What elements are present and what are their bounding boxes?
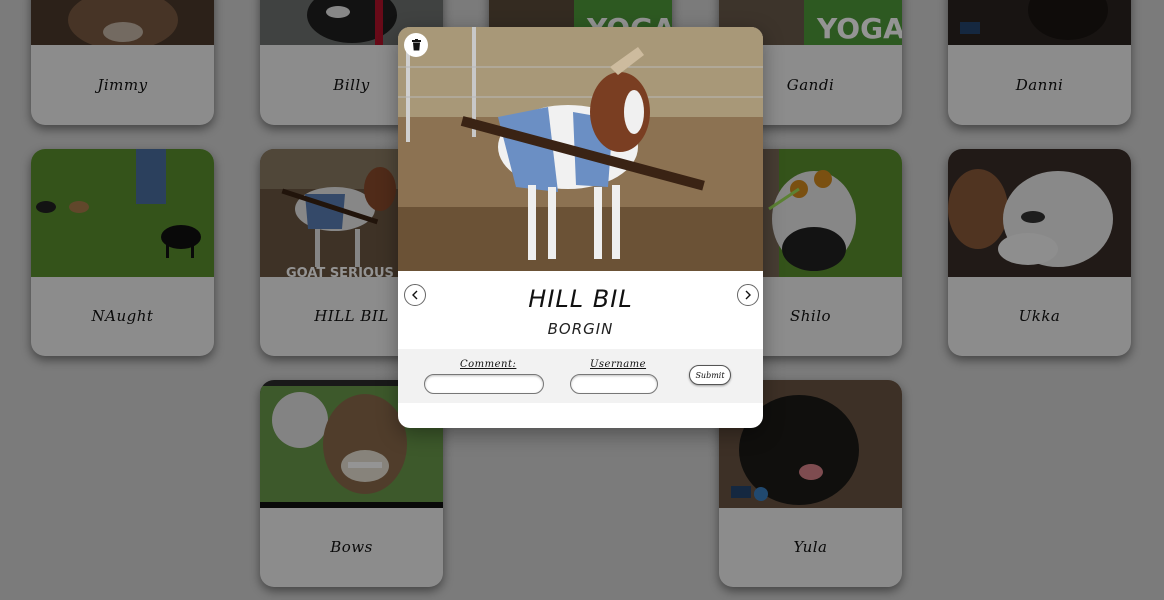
delete-button[interactable] [404, 33, 428, 57]
submit-button[interactable]: Submit [689, 365, 731, 385]
username-label: Username [590, 359, 647, 370]
comment-input[interactable] [424, 374, 544, 394]
goat-name-title: HILL BIL [528, 285, 633, 313]
goat-breed-subtitle: BORGIN [547, 320, 614, 338]
trash-icon [411, 39, 421, 51]
comment-label: Comment: [460, 359, 517, 370]
goat-detail-photo [398, 27, 763, 271]
username-input[interactable] [570, 374, 658, 394]
comment-form: Comment: Username Submit [398, 349, 763, 403]
goat-detail-modal: HILL BIL BORGIN Comment: Username Submit [398, 27, 763, 428]
